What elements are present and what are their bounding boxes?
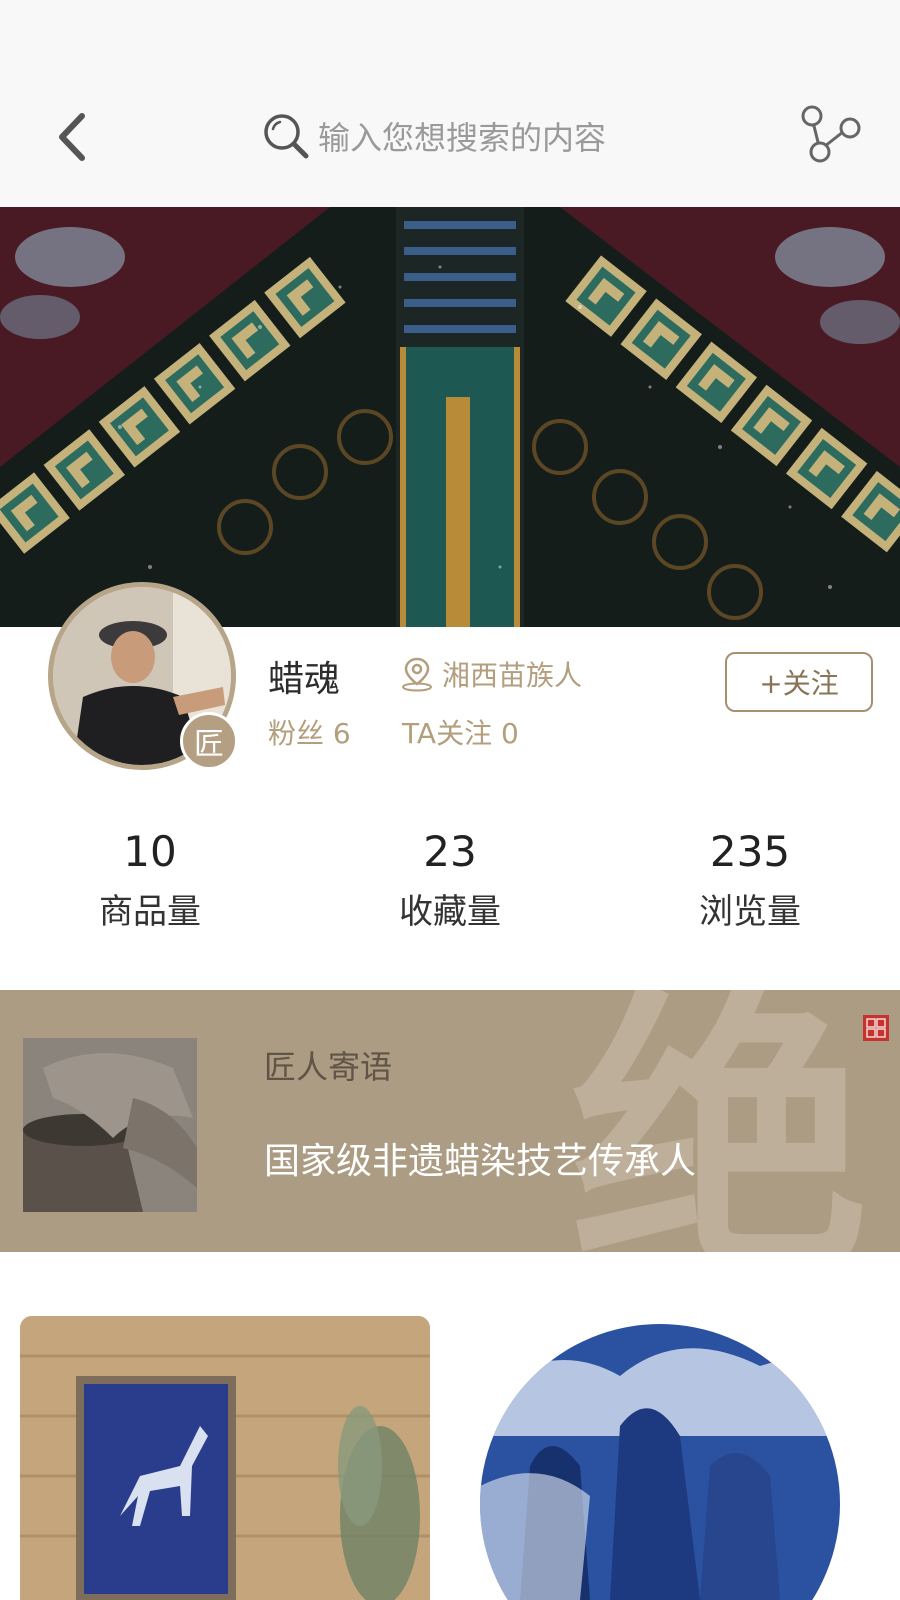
message-text: 国家级非遗蜡染技艺传承人 [264,1141,697,1182]
calligraphy-watermark: 绝 [570,990,870,1252]
back-button[interactable] [44,105,100,169]
stat-value: 10 [123,827,177,876]
craftsman-message: 绝 匠人寄语 国家级非遗蜡染技艺传承人 [0,990,900,1252]
pottery-image [23,1038,197,1212]
batik-embroidery-banner [0,207,900,627]
cover-banner [0,207,900,627]
svg-text:绝: 绝 [570,990,870,1252]
search-placeholder: 输入您想搜索的内容 [318,119,607,157]
craftsman-badge: 匠 [180,712,238,770]
stat-value: 235 [709,827,791,876]
stat-products[interactable]: 10 商品量 [50,826,250,934]
top-bar: 输入您想搜索的内容 [0,0,900,207]
stat-label: 浏览量 [699,892,801,932]
product-image-deer-batik [20,1316,430,1600]
product-card[interactable] [20,1316,430,1600]
stat-label: 收藏量 [399,892,501,932]
message-title: 匠人寄语 [264,1048,393,1086]
product-card[interactable] [460,1316,870,1600]
follow-button[interactable]: +关注 [725,652,873,712]
following-count[interactable]: TA关注 0 [402,712,519,752]
user-name: 蜡魂 [268,659,341,700]
search-icon [264,114,309,159]
chevron-left-icon [59,113,85,161]
stat-value: 23 [423,827,477,876]
location-label: 湘西苗族人 [442,659,583,692]
location-pin-icon [402,657,432,692]
search-input[interactable]: 输入您想搜索的内容 [262,106,682,166]
location: 湘西苗族人 [400,654,582,694]
stat-views[interactable]: 235 浏览量 [650,826,850,934]
fans-count[interactable]: 粉丝 6 [268,712,351,752]
seal-stamp-icon [863,1015,889,1041]
stat-label: 商品量 [99,892,201,932]
stat-favorites[interactable]: 23 收藏量 [350,826,550,934]
share-icon[interactable] [798,104,862,168]
product-image-landscape-batik [480,1324,840,1600]
